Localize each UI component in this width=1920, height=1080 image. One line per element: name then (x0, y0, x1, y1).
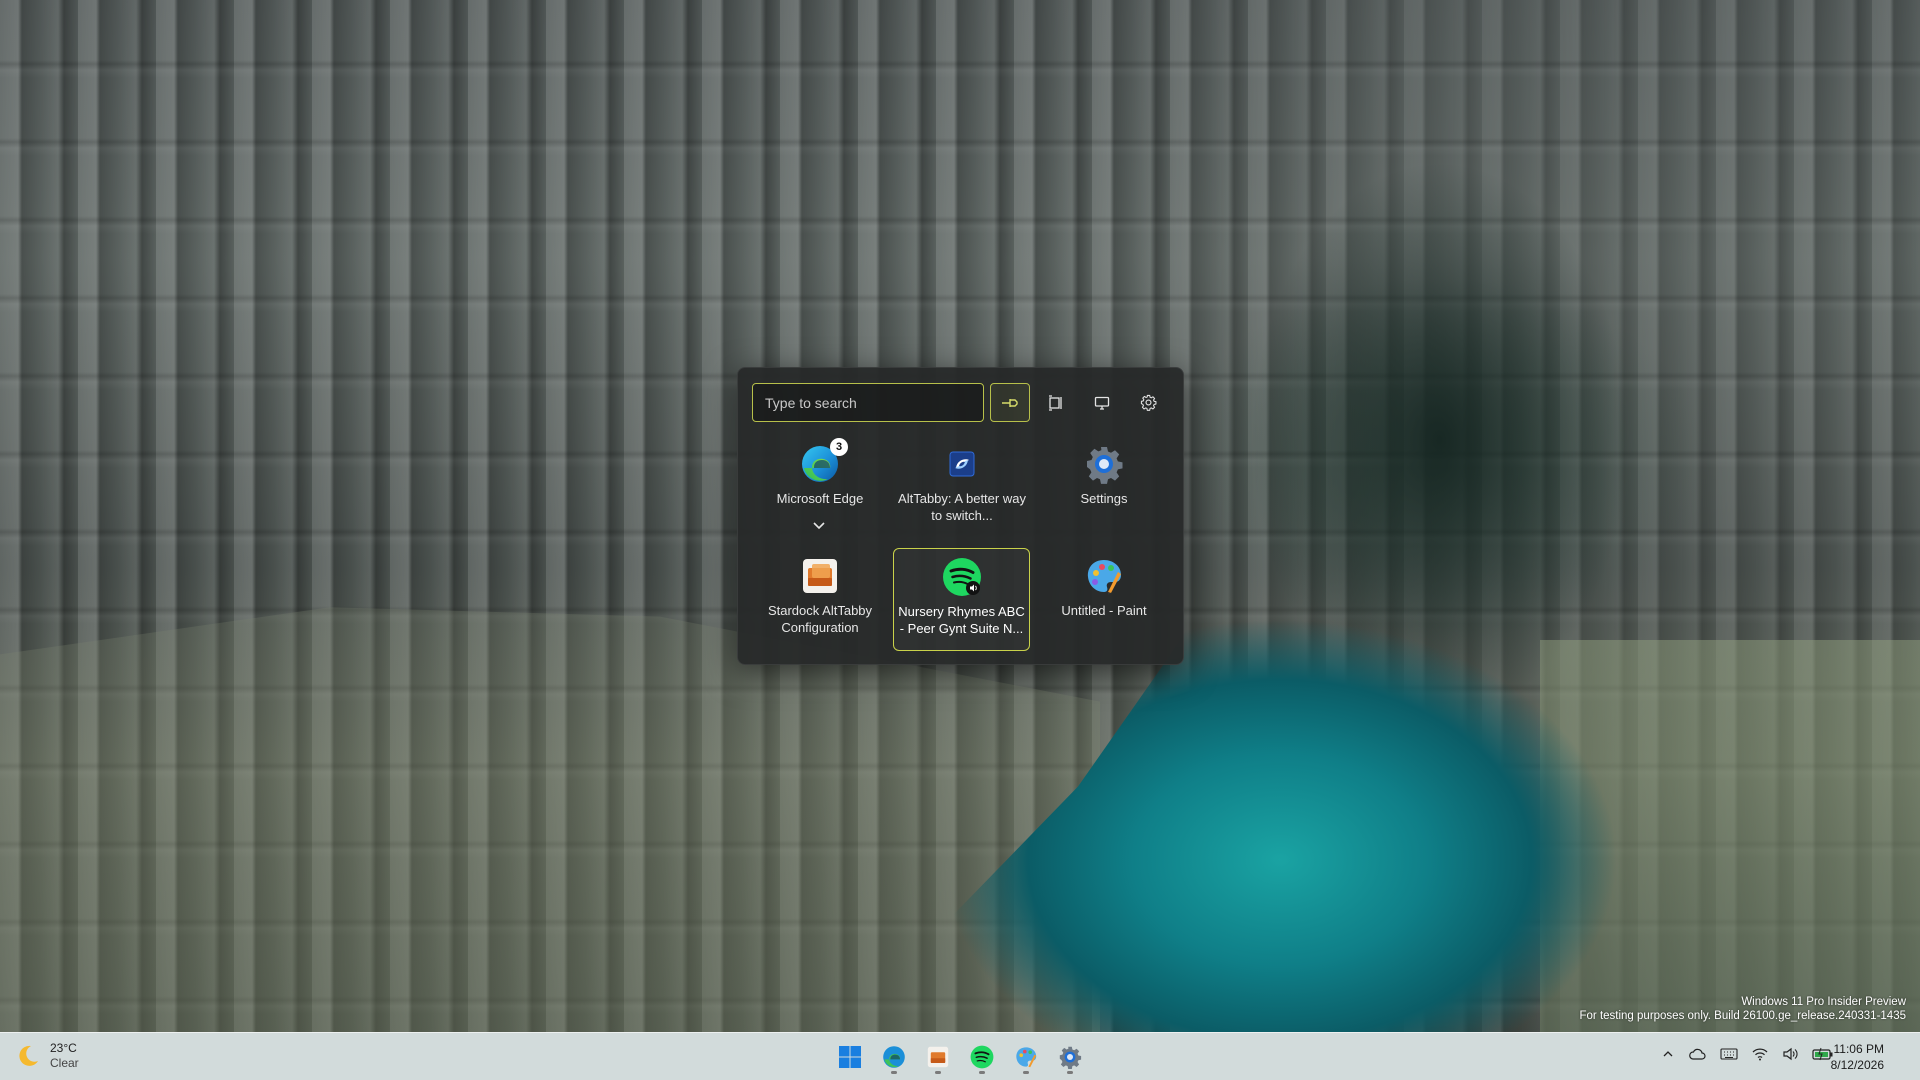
running-indicator (935, 1071, 941, 1074)
app-tile-settings[interactable]: Settings (1036, 436, 1172, 538)
settings-gear-icon (1087, 447, 1123, 484)
settings-gear-icon (1059, 1046, 1082, 1069)
app-icon-wrap (1082, 554, 1126, 598)
app-tile-microsoft-edge[interactable]: 3 Microsoft Edge (752, 436, 888, 538)
paint-icon (1016, 1047, 1037, 1068)
taskbar: 23°C Clear 11:06 PM 8/12/2026 (0, 1032, 1920, 1080)
app-tile-label: Stardock AltTabby Configuration (767, 603, 873, 635)
app-icon-wrap (940, 555, 984, 599)
volume-icon[interactable] (1782, 1047, 1798, 1061)
app-tile-spotify[interactable]: Nursery Rhymes ABC - Peer Gynt Suite N..… (893, 548, 1030, 651)
chevron-down-icon[interactable] (811, 520, 827, 532)
wifi-icon[interactable] (1752, 1047, 1768, 1061)
stardock-icon (803, 559, 837, 593)
alttabby-icon (949, 451, 975, 477)
snap-layout-icon (1049, 394, 1062, 411)
keyboard-icon[interactable] (1720, 1047, 1738, 1061)
notification-badge: 3 (830, 438, 848, 456)
paint-icon (1087, 560, 1121, 595)
gear-icon (1140, 394, 1156, 411)
weather-condition: Clear (50, 1056, 79, 1070)
monitor-icon (1094, 396, 1110, 410)
running-indicator (979, 1071, 985, 1074)
watermark-line-1: Windows 11 Pro Insider Preview (1741, 996, 1906, 1008)
search-box[interactable] (752, 383, 984, 422)
taskbar-pinned-apps (832, 1039, 1088, 1075)
app-icon-wrap: 3 (798, 438, 848, 486)
start-button[interactable] (832, 1039, 868, 1075)
weather-temp: 23°C (50, 1041, 77, 1055)
app-tile-label: Settings (1080, 491, 1128, 506)
chevron-up-icon[interactable] (1662, 1048, 1674, 1060)
app-icon-wrap (940, 442, 984, 486)
taskbar-edge[interactable] (876, 1039, 912, 1075)
spotify-icon (970, 1045, 994, 1069)
edge-icon (883, 1046, 905, 1068)
app-tile-label: Microsoft Edge (776, 491, 864, 506)
watermark-line-2: For testing purposes only. Build 26100.g… (1579, 1010, 1907, 1022)
app-tile-label: Nursery Rhymes ABC - Peer Gynt Suite N..… (898, 604, 1025, 636)
monitor-button[interactable] (1082, 383, 1122, 422)
taskbar-settings[interactable] (1052, 1039, 1088, 1075)
windows-watermark: Windows 11 Pro Insider Preview For testi… (1580, 995, 1907, 1023)
search-input[interactable] (753, 384, 983, 421)
running-indicator (1067, 1071, 1073, 1074)
system-tray (1662, 1047, 1834, 1061)
taskbar-stardock[interactable] (920, 1039, 956, 1075)
snap-layout-button[interactable] (1036, 383, 1076, 422)
app-tile-label: Untitled - Paint (1061, 603, 1147, 618)
weather-text: 23°C Clear (50, 1041, 79, 1071)
spotify-icon (942, 558, 981, 596)
app-tile-label: AltTabby: A better way to switch... (898, 491, 1026, 523)
app-icon-wrap (798, 554, 842, 598)
pin-button[interactable] (990, 383, 1030, 422)
stardock-icon (927, 1046, 949, 1068)
show-desktop-button[interactable] (1914, 1033, 1920, 1080)
clock-time: 11:06 PM (1833, 1042, 1884, 1056)
cloud-icon[interactable] (1688, 1047, 1706, 1061)
running-indicator (891, 1071, 897, 1074)
app-icon-wrap (1082, 442, 1126, 486)
running-indicator (1023, 1071, 1029, 1074)
clock-date: 8/12/2026 (1830, 1058, 1884, 1072)
clock[interactable]: 11:06 PM 8/12/2026 (1831, 1041, 1884, 1073)
taskbar-paint[interactable] (1008, 1039, 1044, 1075)
start-icon (839, 1046, 861, 1068)
moon-icon (19, 1045, 38, 1066)
app-tile-stardock-config[interactable]: Stardock AltTabby Configuration (752, 548, 888, 650)
app-tile-paint[interactable]: Untitled - Paint (1036, 548, 1172, 650)
alttabby-switcher: 3 Microsoft Edge AltTabby: A better way … (737, 367, 1184, 665)
weather-widget[interactable]: 23°C Clear (14, 1041, 79, 1071)
app-tile-alttabby[interactable]: AltTabby: A better way to switch... (894, 436, 1030, 538)
taskbar-spotify[interactable] (964, 1039, 1000, 1075)
settings-button[interactable] (1128, 383, 1168, 422)
pin-icon (1002, 398, 1018, 407)
